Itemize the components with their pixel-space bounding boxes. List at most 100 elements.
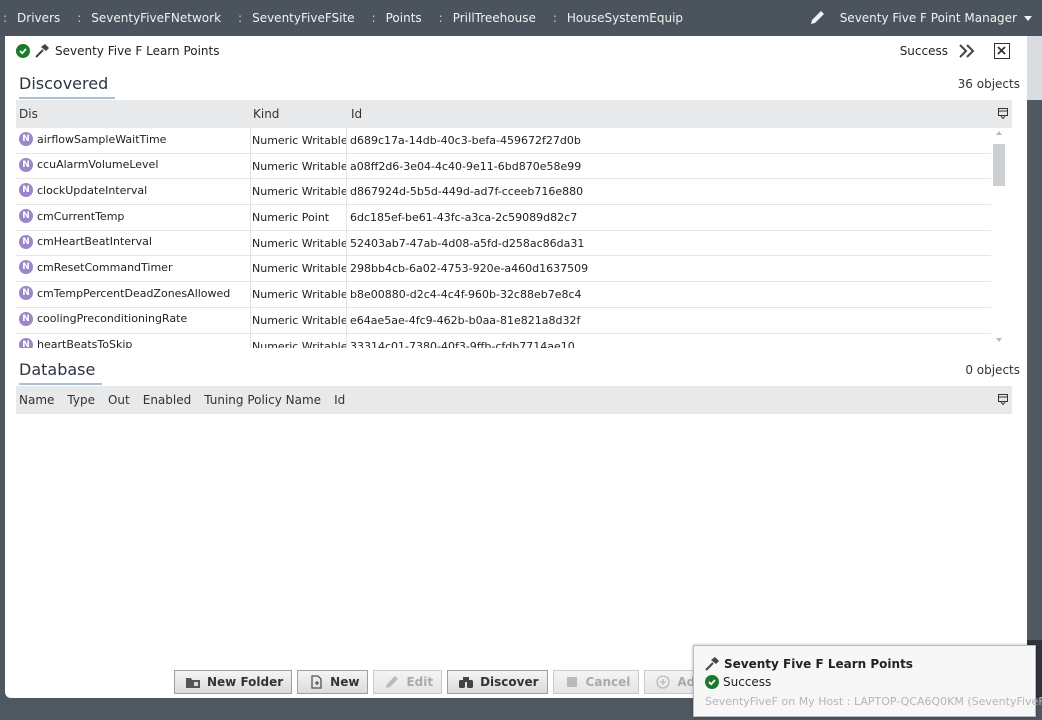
breadcrumb-site[interactable]: : SeventyFiveFSite: [232, 11, 366, 25]
column-header-id[interactable]: Id: [351, 107, 362, 121]
table-row[interactable]: NcmCurrentTemp Numeric Point 6dc185ef-be61…: [16, 205, 991, 231]
table-row[interactable]: NcmTempPercentDeadZonesAllowed Numeric Wr…: [16, 282, 991, 308]
breadcrumb-treehouse[interactable]: : PrillTreehouse: [433, 11, 547, 25]
database-title: Database: [19, 360, 103, 385]
job-status-label: Success: [899, 44, 948, 58]
column-header-db-id[interactable]: Id: [334, 393, 345, 407]
discovered-table-header: Dis Kind Id: [16, 100, 1012, 128]
column-chooser-icon[interactable]: [998, 108, 1008, 119]
breadcrumb-separator: :: [77, 11, 82, 25]
breadcrumb-label: Points: [385, 11, 422, 25]
numeric-badge-icon: N: [19, 132, 33, 146]
job-notification-popup[interactable]: Seventy Five F Learn Points Success Seve…: [693, 645, 1042, 717]
kind-cell: Numeric Writable: [252, 339, 348, 349]
view-selector[interactable]: Seventy Five F Point Manager: [808, 0, 1032, 36]
column-chooser-icon[interactable]: [998, 394, 1008, 405]
id-cell: a08ff2d6-3e04-4c40-9e11-6bd870e58e99: [350, 159, 582, 173]
dis-value: ccuAlarmVolumeLevel: [37, 158, 159, 172]
id-cell: 52403ab7-47ab-4d08-a5fd-d258ac86da31: [350, 236, 585, 250]
new-button[interactable]: New: [297, 670, 369, 694]
breadcrumb-network[interactable]: : SeventyFiveFNetwork: [71, 11, 232, 25]
dis-cell: NccuAlarmVolumeLevel: [19, 157, 159, 172]
breadcrumb-points[interactable]: : Points: [366, 11, 433, 25]
cancel-button[interactable]: Cancel: [552, 670, 640, 694]
id-cell: 6dc185ef-be61-43fc-a3ca-2c59089d82c7: [350, 211, 578, 225]
popup-title-row: Seventy Five F Learn Points: [704, 656, 913, 672]
table-row[interactable]: NcmHeartBeatInterval Numeric Writable 5240…: [16, 231, 991, 257]
view-selector-label: Seventy Five F Point Manager: [839, 11, 1017, 25]
dis-cell: NcmHeartBeatInterval: [19, 234, 152, 249]
table-row[interactable]: NheartBeatsToSkip Numeric Writable 33314c0…: [16, 334, 991, 349]
discover-button[interactable]: Discover: [447, 670, 548, 694]
outer-scrollbar-thumb[interactable]: [1027, 36, 1042, 100]
column-header-name[interactable]: Name: [19, 393, 54, 407]
column-header-kind[interactable]: Kind: [253, 107, 279, 121]
numeric-badge-icon: N: [19, 260, 33, 275]
breadcrumb-separator: :: [3, 11, 8, 25]
stop-icon: [566, 677, 577, 687]
hammer-icon: [35, 44, 49, 58]
dis-value: clockUpdateInterval: [37, 183, 148, 197]
table-row[interactable]: NcmResetCommandTimer Numeric Writable 298b…: [16, 256, 991, 283]
numeric-badge-icon: N: [19, 286, 33, 301]
edit-button[interactable]: Edit: [373, 670, 443, 694]
column-header-type[interactable]: Type: [67, 393, 95, 407]
breadcrumb-label: SeventyFiveFSite: [252, 11, 355, 25]
table-row[interactable]: NcoolingPreconditioningRate Numeric Writa…: [16, 308, 991, 334]
new-document-icon: [311, 675, 322, 689]
dis-value: cmTempPercentDeadZonesAllowed: [37, 286, 231, 300]
column-header-dis[interactable]: Dis: [19, 107, 38, 121]
discovered-title: Discovered: [19, 74, 116, 99]
dis-value: cmCurrentTemp: [37, 209, 125, 223]
id-cell: 298bb4cb-6a02-4753-920e-a460d1637509: [350, 262, 589, 276]
kind-cell: Numeric Writable: [252, 185, 348, 199]
dis-cell: NcmTempPercentDeadZonesAllowed: [19, 286, 231, 301]
discovered-scrollbar[interactable]: [992, 128, 1006, 348]
dis-value: airflowSampleWaitTime: [37, 132, 167, 146]
database-count: 0 objects: [965, 363, 1020, 377]
breadcrumb-drivers[interactable]: : Drivers: [0, 11, 71, 25]
dis-cell: NcmResetCommandTimer: [19, 260, 173, 275]
breadcrumb-equip[interactable]: : HouseSystemEquip: [547, 11, 694, 25]
binoculars-icon: [459, 677, 474, 688]
discovered-table: NairflowSampleWaitTime Numeric Writable d6…: [16, 128, 991, 348]
kind-cell: Numeric Writable: [252, 134, 348, 147]
dis-value: cmHeartBeatInterval: [37, 235, 152, 249]
kind-cell: Numeric Writable: [252, 262, 348, 276]
kind-cell: Numeric Writable: [252, 313, 348, 327]
new-folder-button[interactable]: New Folder: [174, 670, 293, 694]
plus-circle-icon: [656, 675, 671, 689]
table-row[interactable]: NccuAlarmVolumeLevel Numeric Writable a08f…: [16, 154, 991, 180]
database-table-header: Name Type Out Enabled Tuning Policy Name…: [16, 386, 1012, 414]
close-icon[interactable]: [994, 43, 1010, 59]
column-header-enabled[interactable]: Enabled: [143, 393, 192, 407]
database-section-header: Database 0 objects: [16, 356, 1020, 386]
numeric-badge-icon: N: [19, 209, 33, 224]
numeric-badge-icon: N: [19, 183, 33, 198]
dis-value: cmResetCommandTimer: [37, 260, 173, 274]
popup-host: SeventyFiveF on My Host : LAPTOP-QCA6Q0K…: [705, 695, 1042, 708]
kind-cell: Numeric Point: [252, 211, 330, 225]
dis-cell: NcoolingPreconditioningRate: [19, 311, 187, 326]
column-header-out[interactable]: Out: [108, 393, 130, 407]
scrollbar-thumb[interactable]: [993, 144, 1005, 186]
table-row[interactable]: NclockUpdateInterval Numeric Writable d867…: [16, 179, 991, 206]
table-row[interactable]: NairflowSampleWaitTime Numeric Writable d6…: [16, 128, 991, 154]
action-bar: New Folder New Edit Discover Cancel Add: [174, 670, 718, 694]
popup-status: Success: [723, 675, 772, 689]
scroll-up-icon[interactable]: [996, 131, 1002, 135]
scroll-down-icon[interactable]: [996, 338, 1002, 342]
new-label: New: [330, 675, 360, 689]
check-circle-icon: [705, 675, 719, 689]
id-cell: d867924d-5b5d-449d-ad7f-cceeb716e880: [350, 185, 584, 199]
outer-scrollbar[interactable]: [1027, 36, 1042, 720]
kind-cell: Numeric Writable: [252, 288, 348, 302]
double-chevron-right-icon[interactable]: [958, 43, 976, 59]
column-header-tuning-policy[interactable]: Tuning Policy Name: [204, 393, 321, 407]
pencil-icon: [810, 11, 824, 24]
nav-bar: : Drivers : SeventyFiveFNetwork : SeventyFi…: [0, 0, 1042, 36]
column-divider: [346, 128, 347, 348]
breadcrumb-separator: :: [371, 11, 376, 25]
kind-cell: Numeric Writable: [252, 159, 348, 173]
id-cell: e64ae5ae-4fc9-462b-b0aa-81e821a8d32f: [350, 313, 581, 327]
